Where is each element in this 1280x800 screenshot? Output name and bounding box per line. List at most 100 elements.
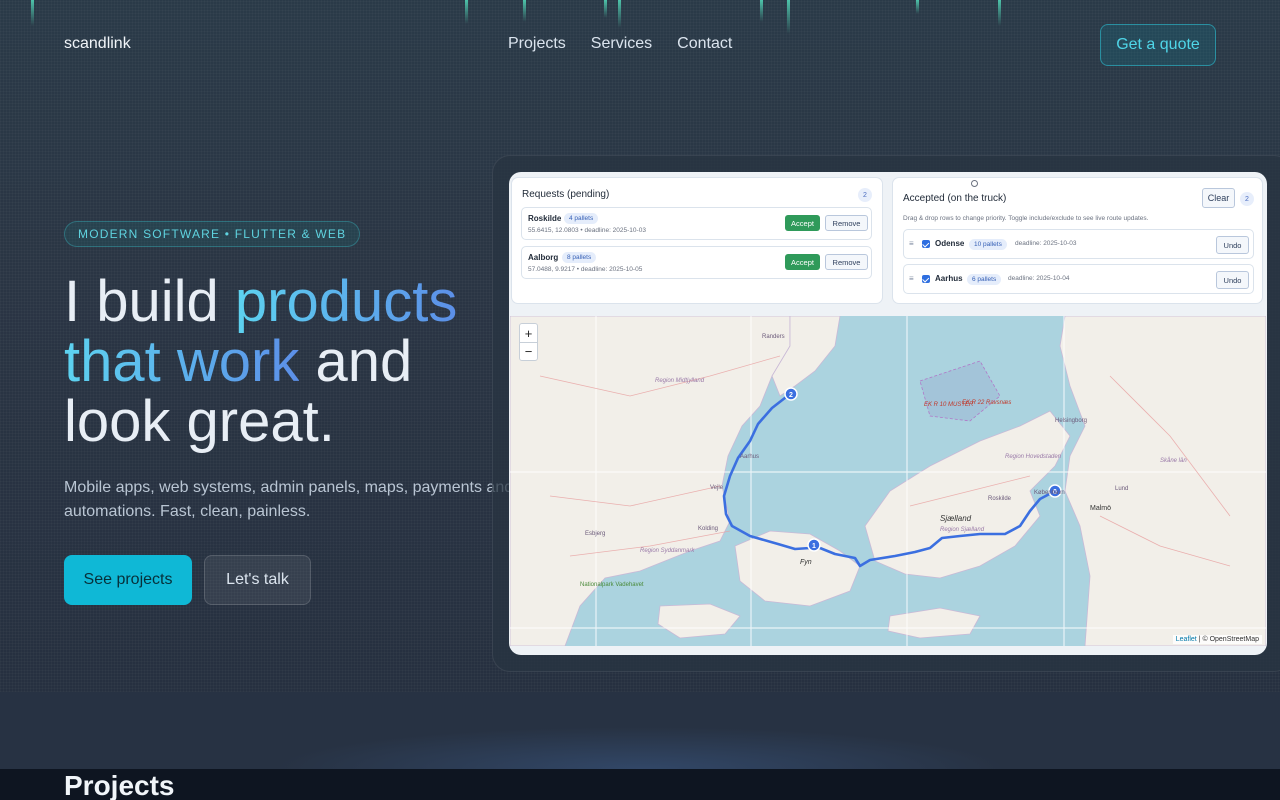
pending-row: Roskilde 4 pallets 55.6415, 12.0803 • de… (521, 207, 872, 240)
place-label: Region Midtjylland (655, 378, 705, 384)
pallets-badge: 6 pallets (967, 274, 1002, 285)
scania-landmass (1059, 316, 1266, 646)
marker-label: 2 (789, 392, 793, 399)
accept-button[interactable]: Accept (785, 254, 820, 270)
land-masses (510, 316, 1266, 646)
place-label: Sjælland (940, 514, 972, 523)
pallets-badge: 10 pallets (969, 239, 1007, 250)
map-zoom-control: + − (519, 323, 538, 361)
row-meta: 57.0488, 9.9217 • deadline: 2025-10-05 (528, 266, 643, 273)
remove-button[interactable]: Remove (825, 215, 868, 231)
hero-eyebrow-badge: MODERN SOFTWARE • FLUTTER & WEB (64, 221, 361, 247)
see-projects-button[interactable]: See projects (64, 555, 192, 605)
clear-button[interactable]: Clear (1202, 188, 1235, 208)
map-attribution: Leaflet | © OpenStreetMap (1172, 635, 1262, 644)
place-label: Kolding (698, 526, 718, 532)
zoom-in-button[interactable]: + (520, 324, 537, 342)
include-checkbox[interactable] (922, 240, 930, 248)
projects-section: Projects (0, 769, 1280, 800)
accept-button[interactable]: Accept (785, 215, 820, 231)
pending-card-title: Requests (pending) (522, 189, 610, 200)
headline-accent: that work (64, 329, 300, 394)
map-canvas: 2 1 0 Randers Region Midtjylland Aarhus … (510, 316, 1266, 646)
accepted-card-title: Accepted (on the truck) (903, 193, 1007, 204)
accepted-hint: Drag & drop rows to change priority. Tog… (903, 215, 1149, 222)
row-name: Odense (935, 239, 965, 248)
undo-button[interactable]: Undo (1216, 271, 1249, 289)
lolland-landmass (887, 607, 981, 639)
place-label: Vejle (710, 485, 724, 491)
matrix-streak (787, 0, 790, 34)
pending-requests-card: Requests (pending) 2 Roskilde 4 pallets … (511, 177, 883, 304)
hero-subtext: Mobile apps, web systems, admin panels, … (64, 479, 514, 520)
cursor-indicator-icon (971, 180, 978, 187)
leaflet-link[interactable]: Leaflet (1176, 636, 1197, 643)
row-name: Roskilde (528, 214, 562, 223)
pending-row: Aalborg 8 pallets 57.0488, 9.9217 • dead… (521, 246, 872, 279)
row-name: Aarhus (935, 274, 963, 283)
place-label: Malmö (1090, 505, 1111, 512)
row-meta: deadline: 2025-10-03 (1015, 240, 1077, 247)
headline-part: I build (64, 269, 235, 334)
include-checkbox[interactable] (922, 275, 930, 283)
route-map[interactable]: 2 1 0 Randers Region Midtjylland Aarhus … (510, 316, 1266, 646)
section-divider-glow (0, 692, 1280, 769)
place-label: Aarhus (740, 454, 759, 460)
place-label: København (1034, 490, 1065, 496)
accepted-card: Accepted (on the truck) Clear 2 Drag & d… (892, 177, 1263, 304)
row-meta: 55.6415, 12.0803 • deadline: 2025-10-03 (528, 227, 646, 234)
headline-part: and (299, 329, 413, 394)
marker-label: 1 (812, 543, 816, 550)
place-label: Randers (762, 334, 785, 340)
remove-button[interactable]: Remove (825, 254, 868, 270)
headline-part: look great. (64, 389, 335, 454)
nav-link-contact[interactable]: Contact (677, 35, 732, 53)
undo-button[interactable]: Undo (1216, 236, 1249, 254)
nav-link-services[interactable]: Services (591, 35, 652, 53)
route-marker-1[interactable]: 1 (807, 538, 821, 552)
zoom-out-button[interactable]: − (520, 342, 537, 360)
place-label: Skåne län (1160, 457, 1187, 464)
place-label: Fyn (800, 559, 812, 566)
route-marker-2[interactable]: 2 (784, 387, 798, 401)
matrix-streak (998, 0, 1001, 26)
place-label: Region Sjælland (940, 527, 985, 533)
accepted-count-badge: 2 (1240, 192, 1254, 206)
place-label: Esbjerg (585, 531, 605, 537)
accepted-row[interactable]: ≡ Aarhus 6 pallets deadline: 2025-10-04 … (903, 264, 1254, 294)
preview-app-screenshot: Requests (pending) 2 Roskilde 4 pallets … (509, 172, 1267, 655)
drag-handle-icon[interactable]: ≡ (909, 274, 914, 283)
pallets-badge: 8 pallets (562, 252, 597, 263)
place-label: Lund (1115, 486, 1128, 492)
projects-section-title: Projects (64, 770, 175, 800)
place-label: EK R 22 Ravsnæs (962, 400, 1011, 406)
pallets-badge: 4 pallets (564, 213, 599, 224)
matrix-streak (618, 0, 621, 28)
matrix-streak (31, 0, 34, 26)
accepted-row[interactable]: ≡ Odense 10 pallets deadline: 2025-10-03… (903, 229, 1254, 259)
matrix-streak (523, 0, 526, 22)
fyn-landmass (734, 530, 861, 607)
place-label: Helsingborg (1055, 418, 1087, 424)
place-label: Region Hovedstaden (1005, 454, 1062, 460)
row-name: Aalborg (528, 253, 559, 262)
hero-headline: I build products that work and look grea… (64, 272, 457, 452)
matrix-streak (465, 0, 468, 24)
osm-attribution: | © OpenStreetMap (1196, 636, 1259, 643)
southern-isles (657, 603, 741, 639)
headline-accent: products (234, 269, 458, 334)
place-label: Region Syddanmark (640, 548, 695, 554)
matrix-streak (916, 0, 919, 14)
get-a-quote-button[interactable]: Get a quote (1100, 24, 1216, 66)
main-nav: Projects Services Contact (508, 35, 732, 53)
pending-count-badge: 2 (858, 188, 872, 202)
nav-link-projects[interactable]: Projects (508, 35, 566, 53)
site-logo[interactable]: scandlink (64, 35, 131, 53)
place-label: Roskilde (988, 496, 1012, 502)
drag-handle-icon[interactable]: ≡ (909, 239, 914, 248)
place-label: Nationalpark Vadehavet (580, 582, 644, 588)
matrix-streak (760, 0, 763, 22)
restricted-area (919, 360, 1001, 422)
matrix-streak (604, 0, 607, 18)
lets-talk-button[interactable]: Let's talk (204, 555, 311, 605)
